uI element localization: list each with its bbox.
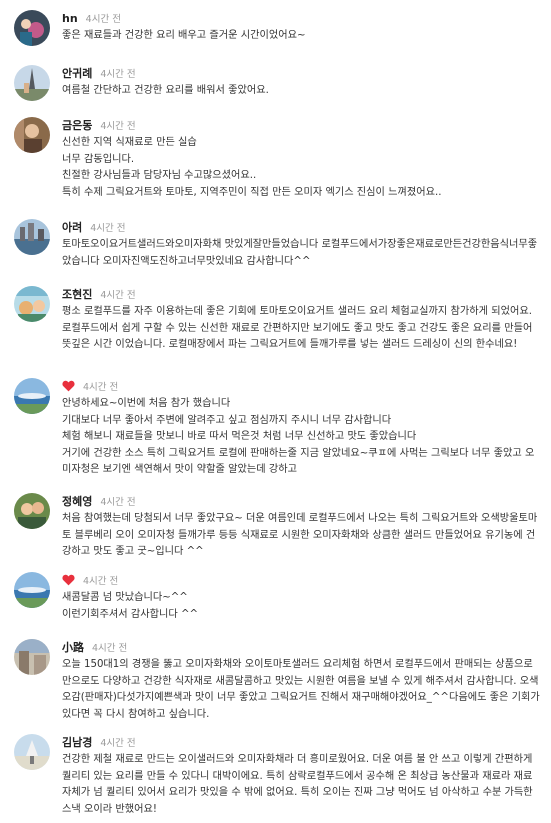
comment-author: 아려 bbox=[62, 221, 83, 234]
comment-line: 여름철 간단하고 건강한 요리를 배워서 좋았어요. bbox=[62, 85, 269, 96]
comment-line: 신선한 지역 식재료로 만든 실습 bbox=[62, 137, 197, 148]
comment-author: 小路 bbox=[62, 641, 84, 654]
comment-time: 4시간 전 bbox=[100, 69, 136, 80]
comment-author: 김남경 bbox=[62, 736, 93, 749]
comment-body: 처음 참여했는데 당첨되서 너무 좋았구요~ 더운 여름인데 로컬푸드에서 나오… bbox=[62, 511, 542, 561]
comment-line: 친절한 강사님들과 담당자님 수고많으셨어요.. bbox=[62, 170, 257, 181]
avatar[interactable] bbox=[14, 10, 50, 46]
avatar[interactable] bbox=[14, 639, 50, 675]
comment-author: 금은동 bbox=[62, 119, 93, 132]
comment-time: 4시간 전 bbox=[83, 576, 119, 587]
comment-time: 4시간 전 bbox=[100, 121, 136, 132]
comment-body: 건강한 제철 재료로 만드는 오이샐러드와 오미자화채라 더 흥미로웠어요. 더… bbox=[62, 752, 542, 818]
comment-line: 체험 해보니 재료들을 맛보니 바로 따서 먹은것 처럼 너무 신선하고 맛도 … bbox=[62, 431, 417, 442]
avatar[interactable] bbox=[14, 286, 50, 322]
comment-time: 4시간 전 bbox=[92, 643, 128, 654]
comment-author: 조현진 bbox=[62, 288, 93, 301]
comment-body: 토마토오이요거트샐러드와오미자화채 맛있게잘만들었습니다 로컬푸드에서가장좋은재… bbox=[62, 237, 542, 270]
comment-author: 안귀례 bbox=[62, 67, 93, 80]
comment-line: 좋은 재료들과 건강한 요리 배우고 즐거운 시간이었어요~ bbox=[62, 30, 306, 41]
comment-author: 정혜영 bbox=[62, 495, 93, 508]
comment-line: 거기에 건강한 소스 특히 그릭요거트 로컬에 판매하는줄 지금 알았네요~쿠ㅍ… bbox=[62, 447, 535, 476]
comment-body: 신선한 지역 식재료로 만든 실습 너무 감동입니다. 친절한 강사님들과 담당… bbox=[62, 135, 542, 201]
comment-line: 평소 로컬푸드를 자주 이용하는데 좋은 기회에 토마토오이요거트 샐러드 요리… bbox=[62, 306, 533, 350]
comment-body: 좋은 재료들과 건강한 요리 배우고 즐거운 시간이었어요~ bbox=[62, 28, 542, 45]
comment-time: 4시간 전 bbox=[100, 290, 136, 301]
heart-icon bbox=[62, 574, 75, 586]
comment-line: 토마토오이요거트샐러드와오미자화채 맛있게잘만들었습니다 로컬푸드에서가장좋은재… bbox=[62, 239, 538, 267]
avatar[interactable] bbox=[14, 65, 50, 101]
heart-icon bbox=[62, 380, 75, 392]
comment-time: 4시간 전 bbox=[85, 14, 121, 25]
comment-line: 건강한 제철 재료로 만드는 오이샐러드와 오미자화채라 더 흥미로웠어요. 더… bbox=[62, 754, 533, 815]
comment-time: 4시간 전 bbox=[83, 382, 119, 393]
comment-line: 특히 수제 그릭요거트와 토마토, 지역주민이 직접 만든 오미자 엑기스 진심… bbox=[62, 186, 442, 198]
comment-line: 기대보다 너무 좋아서 주변에 알려주고 싶고 점심까지 주시니 너무 감사합니… bbox=[62, 414, 392, 426]
comment-line: 새콤달콤 넘 맛났습니다~^^ bbox=[62, 592, 188, 603]
comment-body: 오늘 150대1의 경쟁을 뚫고 오미자화채와 오이토마토샐러드 요리체험 하면… bbox=[62, 657, 542, 723]
avatar[interactable] bbox=[14, 734, 50, 770]
avatar[interactable] bbox=[14, 117, 50, 153]
avatar[interactable] bbox=[14, 378, 50, 414]
comment-line: 처음 참여했는데 당첨되서 너무 좋았구요~ 더운 여름인데 로컬푸드에서 나오… bbox=[62, 513, 538, 557]
comment-line: 너무 감동입니다. bbox=[62, 153, 135, 165]
comment-time: 4시간 전 bbox=[90, 223, 126, 234]
comment-time: 4시간 전 bbox=[100, 497, 136, 508]
comment-body: 새콤달콤 넘 맛났습니다~^^ 이런기회주셔서 감사합니다 ^^ bbox=[62, 590, 542, 623]
comment-body: 평소 로컬푸드를 자주 이용하는데 좋은 기회에 토마토오이요거트 샐러드 요리… bbox=[62, 304, 542, 354]
comment-time: 4시간 전 bbox=[100, 738, 136, 749]
comment-line: 이런기회주셔서 감사합니다 ^^ bbox=[62, 608, 199, 620]
avatar[interactable] bbox=[14, 219, 50, 255]
comment-line: 안녕하세요~이번에 처음 참가 했습니다 bbox=[62, 398, 231, 409]
comment-line: 오늘 150대1의 경쟁을 뚫고 오미자화채와 오이토마토샐러드 요리체험 하면… bbox=[62, 659, 540, 720]
avatar[interactable] bbox=[14, 493, 50, 529]
comment-list: hn 4시간 전 좋은 재료들과 건강한 요리 배우고 즐거운 시간이었어요~ … bbox=[0, 0, 551, 823]
comment-body: 여름철 간단하고 건강한 요리를 배워서 좋았어요. bbox=[62, 83, 542, 100]
avatar[interactable] bbox=[14, 572, 50, 608]
comment-author: hn bbox=[62, 11, 78, 25]
comment-body: 안녕하세요~이번에 처음 참가 했습니다 기대보다 너무 좋아서 주변에 알려주… bbox=[62, 396, 542, 479]
